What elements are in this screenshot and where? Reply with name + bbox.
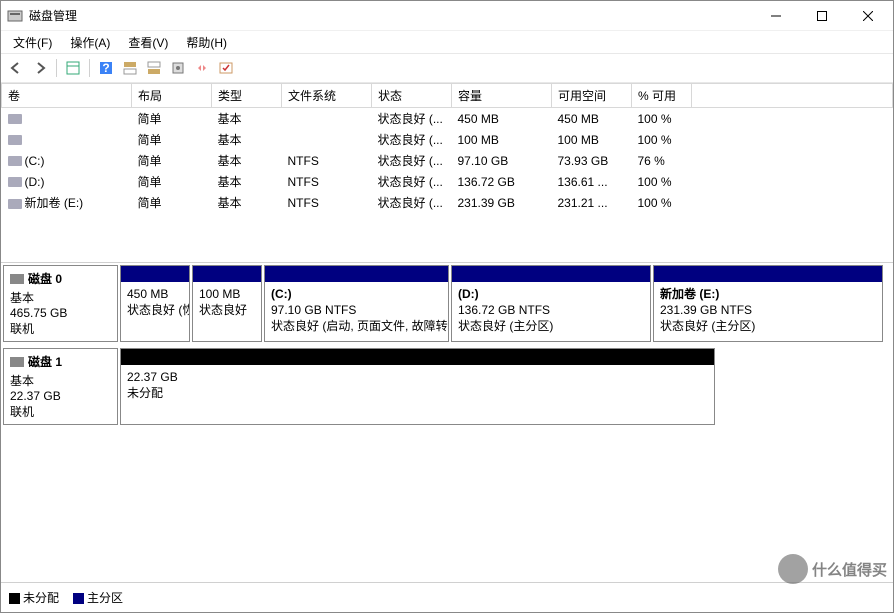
disk1-state: 联机 [10,403,111,420]
back-button[interactable] [5,57,27,79]
forward-button[interactable] [29,57,51,79]
table-row[interactable]: 简单基本状态良好 (...100 MB100 MB100 % [2,129,893,150]
window-title: 磁盘管理 [29,7,753,24]
col-pctfree[interactable]: % 可用 [632,84,692,108]
refresh-button[interactable] [191,57,213,79]
partition[interactable]: 100 MB状态良好 [192,265,262,342]
table-row[interactable]: (D:)简单基本NTFS状态良好 (...136.72 GB136.61 ...… [2,171,893,192]
menu-help[interactable]: 帮助(H) [178,32,235,53]
watermark-text: 什么值得买 [812,559,887,580]
legend: 未分配 主分区 [1,582,893,612]
disk1-type: 基本 [10,372,111,389]
menu-file[interactable]: 文件(F) [5,32,60,53]
legend-primary: 主分区 [73,589,123,606]
disk0-name: 磁盘 0 [28,270,62,287]
disk-icon [10,357,24,367]
titlebar: 磁盘管理 [1,1,893,31]
menu-view[interactable]: 查看(V) [120,32,176,53]
col-status[interactable]: 状态 [372,84,452,108]
close-button[interactable] [845,1,891,31]
disk-row-0[interactable]: 磁盘 0 基本 465.75 GB 联机 450 MB状态良好 (恢复分区100… [3,265,891,342]
layout-top-button[interactable] [119,57,141,79]
disk-icon [10,274,24,284]
app-icon [7,8,23,24]
watermark-icon [778,554,808,584]
disk-area: 磁盘 0 基本 465.75 GB 联机 450 MB状态良好 (恢复分区100… [1,263,893,433]
table-row[interactable]: 简单基本状态良好 (...450 MB450 MB100 % [2,108,893,130]
col-volume[interactable]: 卷 [2,84,132,108]
disk-row-1[interactable]: 磁盘 1 基本 22.37 GB 联机 22.37 GB未分配 [3,348,891,425]
table-row[interactable]: 新加卷 (E:)简单基本NTFS状态良好 (...231.39 GB231.21… [2,192,893,213]
view-button[interactable] [62,57,84,79]
col-filler [692,84,893,108]
col-layout[interactable]: 布局 [132,84,212,108]
disk-info-0[interactable]: 磁盘 0 基本 465.75 GB 联机 [3,265,118,342]
disk0-type: 基本 [10,289,111,306]
maximize-button[interactable] [799,1,845,31]
svg-text:?: ? [102,61,109,75]
disk1-name: 磁盘 1 [28,353,62,370]
menubar: 文件(F) 操作(A) 查看(V) 帮助(H) [1,31,893,53]
help-button[interactable]: ? [95,57,117,79]
col-free[interactable]: 可用空间 [552,84,632,108]
menu-action[interactable]: 操作(A) [62,32,118,53]
partition[interactable]: 450 MB状态良好 (恢复分区 [120,265,190,342]
partition[interactable]: (C:)97.10 GB NTFS状态良好 (启动, 页面文件, 故障转储 [264,265,449,342]
watermark: 什么值得买 [778,554,887,584]
legend-unallocated: 未分配 [9,589,59,606]
disk-info-1[interactable]: 磁盘 1 基本 22.37 GB 联机 [3,348,118,425]
table-row[interactable]: (C:)简单基本NTFS状态良好 (...97.10 GB73.93 GB76 … [2,150,893,171]
layout-bottom-button[interactable] [143,57,165,79]
col-fs[interactable]: 文件系统 [282,84,372,108]
disk0-state: 联机 [10,320,111,337]
check-button[interactable] [215,57,237,79]
toolbar: ? [1,53,893,83]
disk0-size: 465.75 GB [10,306,111,320]
column-headers[interactable]: 卷 布局 类型 文件系统 状态 容量 可用空间 % 可用 [2,84,893,108]
partition[interactable]: 新加卷 (E:)231.39 GB NTFS状态良好 (主分区) [653,265,883,342]
col-capacity[interactable]: 容量 [452,84,552,108]
separator [89,59,90,77]
separator [56,59,57,77]
disk1-size: 22.37 GB [10,389,111,403]
minimize-button[interactable] [753,1,799,31]
partition[interactable]: (D:)136.72 GB NTFS状态良好 (主分区) [451,265,651,342]
partition[interactable]: 22.37 GB未分配 [120,348,715,425]
volume-list[interactable]: 卷 布局 类型 文件系统 状态 容量 可用空间 % 可用 简单基本状态良好 (.… [1,83,893,263]
properties-button[interactable] [167,57,189,79]
col-type[interactable]: 类型 [212,84,282,108]
